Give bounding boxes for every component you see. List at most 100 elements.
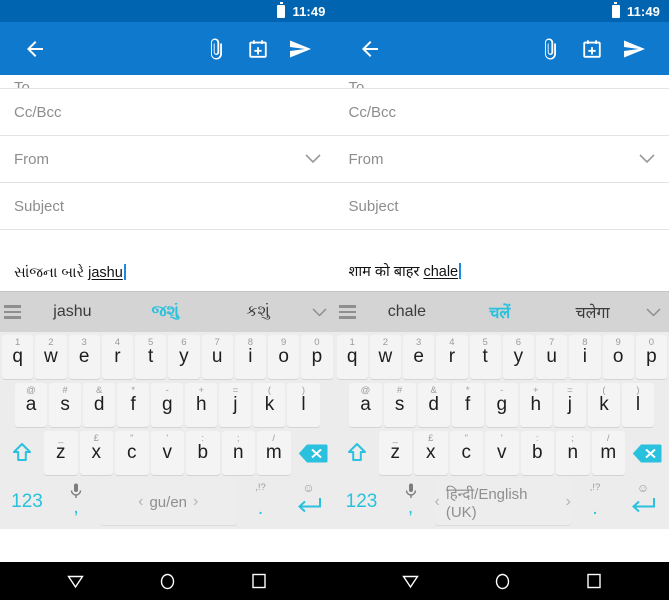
key-s[interactable]: # s xyxy=(49,383,82,427)
cc-bcc-field[interactable]: Cc/Bcc xyxy=(334,89,669,136)
key-d[interactable]: & d xyxy=(417,383,450,427)
key-d[interactable]: & d xyxy=(83,383,116,427)
enter-key[interactable]: ☺ xyxy=(285,479,333,525)
prev-language-icon[interactable]: ‹ xyxy=(138,493,143,511)
key-l[interactable]: ) l xyxy=(287,383,320,427)
from-field[interactable]: From xyxy=(334,136,669,183)
hamburger-icon[interactable] xyxy=(0,305,26,319)
key-r[interactable]: 4r xyxy=(436,335,468,379)
message-body-field[interactable]: शाम को बाहर chale xyxy=(335,230,669,291)
paperclip-icon[interactable] xyxy=(529,28,571,70)
period-key[interactable]: ,!? . xyxy=(239,479,283,525)
key-t[interactable]: 5t xyxy=(469,335,501,379)
key-u[interactable]: 7u xyxy=(201,335,233,379)
key-o[interactable]: 9o xyxy=(268,335,300,379)
next-language-icon[interactable]: › xyxy=(193,493,198,511)
key-h[interactable]: + h xyxy=(519,383,552,427)
backspace-icon[interactable] xyxy=(293,431,333,475)
key-g[interactable]: -g xyxy=(151,383,184,427)
nav-home-circle-icon[interactable] xyxy=(159,573,176,590)
key-z[interactable]: _ z xyxy=(44,431,78,475)
key-o[interactable]: 9o xyxy=(602,335,634,379)
emoji-icon[interactable]: ☺ xyxy=(302,481,314,495)
key-j[interactable]: = j xyxy=(219,383,252,427)
key-x[interactable]: £ x xyxy=(414,431,448,475)
to-field[interactable]: To xyxy=(0,75,335,89)
suggestion-1[interactable]: चलें xyxy=(453,301,546,323)
key-g[interactable]: -g xyxy=(485,383,518,427)
key-r[interactable]: 4r xyxy=(101,335,133,379)
key-a[interactable]: @ a xyxy=(14,383,48,427)
key-y[interactable]: 6y xyxy=(168,335,200,379)
space-key[interactable]: ‹ हिन्दी/English (UK) › xyxy=(434,479,571,525)
subject-field[interactable]: Subject xyxy=(0,183,335,230)
key-b[interactable]: :b xyxy=(186,431,220,475)
prev-language-icon[interactable]: ‹ xyxy=(435,493,440,511)
key-l[interactable]: ) l xyxy=(621,383,655,427)
key-k[interactable]: (k xyxy=(253,383,286,427)
nav-home-circle-icon[interactable] xyxy=(494,573,511,590)
key-k[interactable]: (k xyxy=(587,383,620,427)
key-v[interactable]: ' v xyxy=(150,431,184,475)
nav-recents-square-icon[interactable] xyxy=(251,573,267,589)
nav-back-triangle-icon[interactable] xyxy=(402,574,419,589)
suggestion-2[interactable]: चलेगा xyxy=(546,301,639,323)
key-e[interactable]: 3e xyxy=(403,335,435,379)
key-q[interactable]: 1q xyxy=(336,335,368,379)
space-key[interactable]: ‹ gu/en › xyxy=(100,479,237,525)
suggestion-0[interactable]: chale xyxy=(361,303,454,321)
key-e[interactable]: 3e xyxy=(68,335,100,379)
key-b[interactable]: :b xyxy=(520,431,554,475)
send-icon[interactable] xyxy=(613,28,655,70)
shift-icon[interactable] xyxy=(337,431,377,475)
key-j[interactable]: = j xyxy=(553,383,586,427)
key-h[interactable]: + h xyxy=(185,383,218,427)
next-language-icon[interactable]: › xyxy=(566,493,571,511)
emoji-icon[interactable]: ☺ xyxy=(637,481,649,495)
send-icon[interactable] xyxy=(279,28,321,70)
message-body-field[interactable]: સાંજના બારે jashu xyxy=(0,230,335,291)
back-arrow-icon[interactable] xyxy=(14,28,56,70)
key-a[interactable]: @ a xyxy=(349,383,382,427)
key-w[interactable]: 2w xyxy=(369,335,401,379)
chevron-down-icon[interactable] xyxy=(304,153,321,166)
key-x[interactable]: £ x xyxy=(79,431,113,475)
key-v[interactable]: ' v xyxy=(485,431,519,475)
key-q[interactable]: 1q xyxy=(2,335,34,379)
numbers-key[interactable]: 123 xyxy=(337,479,387,525)
key-w[interactable]: 2w xyxy=(35,335,67,379)
hamburger-icon[interactable] xyxy=(335,305,361,319)
comma-key[interactable]: , xyxy=(54,479,98,525)
key-c[interactable]: " c xyxy=(449,431,483,475)
backspace-icon[interactable] xyxy=(627,431,667,475)
chevron-down-icon[interactable] xyxy=(639,153,655,166)
shift-icon[interactable] xyxy=(2,431,42,475)
key-f[interactable]: * f xyxy=(117,383,150,427)
cc-bcc-field[interactable]: Cc/Bcc xyxy=(0,89,335,136)
key-u[interactable]: 7u xyxy=(536,335,568,379)
nav-recents-square-icon[interactable] xyxy=(586,573,602,589)
key-t[interactable]: 5t xyxy=(135,335,167,379)
numbers-key[interactable]: 123 xyxy=(2,479,52,525)
key-i[interactable]: 8i xyxy=(569,335,601,379)
paperclip-icon[interactable] xyxy=(195,28,237,70)
suggestion-2[interactable]: કશું xyxy=(212,303,305,321)
key-y[interactable]: 6y xyxy=(502,335,534,379)
nav-back-triangle-icon[interactable] xyxy=(67,574,85,589)
key-m[interactable]: / m xyxy=(257,431,291,475)
key-p[interactable]: 0p xyxy=(301,335,333,379)
key-c[interactable]: " c xyxy=(115,431,149,475)
to-field[interactable]: To xyxy=(334,75,669,89)
calendar-add-icon[interactable] xyxy=(571,28,613,70)
key-m[interactable]: / m xyxy=(591,431,625,475)
chevron-down-icon[interactable] xyxy=(639,305,669,320)
key-z[interactable]: _ z xyxy=(378,431,412,475)
suggestion-0[interactable]: jashu xyxy=(26,303,119,321)
key-p[interactable]: 0p xyxy=(635,335,667,379)
key-n[interactable]: ; n xyxy=(556,431,590,475)
key-n[interactable]: ; n xyxy=(221,431,255,475)
suggestion-1[interactable]: જશું xyxy=(119,303,212,321)
key-s[interactable]: # s xyxy=(383,383,416,427)
period-key[interactable]: ,!? . xyxy=(573,479,617,525)
key-f[interactable]: * f xyxy=(451,383,484,427)
